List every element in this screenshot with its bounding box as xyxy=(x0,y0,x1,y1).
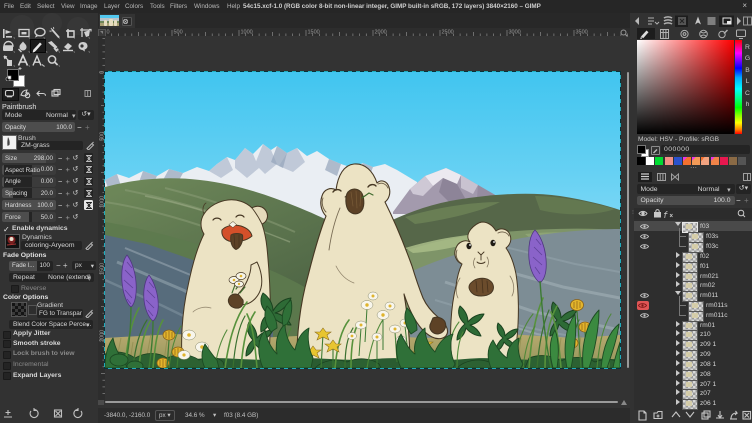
svg-text:500: 500 xyxy=(174,30,183,36)
svg-text:3500: 3500 xyxy=(576,30,588,36)
svg-text:1000: 1000 xyxy=(241,30,253,36)
svg-text:3000: 3000 xyxy=(509,30,521,36)
svg-text:1500: 1500 xyxy=(308,30,320,36)
svg-text:0: 0 xyxy=(107,30,110,36)
svg-text:2500: 2500 xyxy=(442,30,454,36)
svg-text:2000: 2000 xyxy=(375,30,387,36)
